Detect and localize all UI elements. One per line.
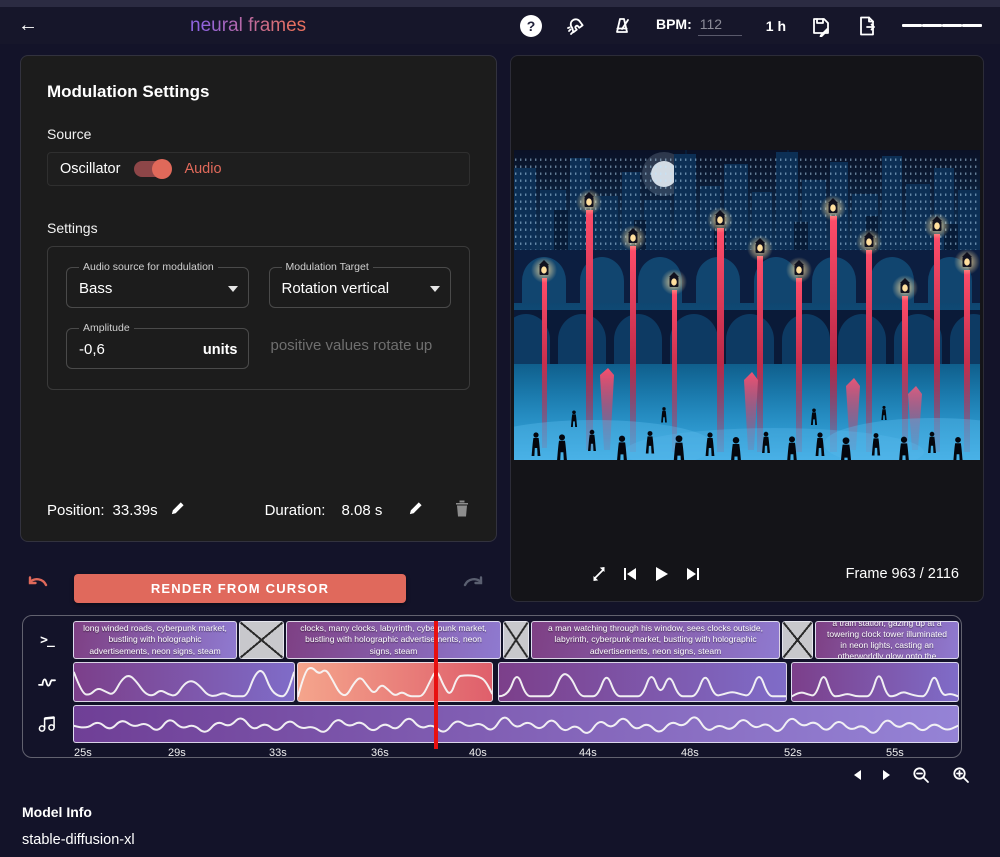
duration-label: Duration: xyxy=(265,502,326,519)
crossfade-segment[interactable] xyxy=(239,621,284,659)
time-tick: 40s xyxy=(469,747,487,759)
audio-source-label: Audio source for modulation xyxy=(79,261,218,273)
bpm-input[interactable]: 112 xyxy=(698,16,742,36)
skip-to-start-icon[interactable] xyxy=(623,567,638,581)
model-info-title: Model Info xyxy=(22,804,1000,820)
modulation-segment[interactable] xyxy=(73,662,295,702)
render-from-cursor-button[interactable]: RENDER FROM CURSOR xyxy=(74,574,406,603)
audio-track xyxy=(71,705,959,743)
source-option-oscillator[interactable]: Oscillator xyxy=(60,161,120,177)
prompt-segment[interactable]: clocks, many clocks, labyrinth, cyberpun… xyxy=(286,621,501,659)
app-header: ← neural frames ? BPM: 112 1 h xyxy=(0,7,1000,44)
skip-to-end-icon[interactable] xyxy=(685,567,700,581)
time-tick: 36s xyxy=(371,747,389,759)
position-value: 33.39s xyxy=(113,502,158,519)
modulation-target-label: Modulation Target xyxy=(282,261,373,273)
modulation-settings-panel: Modulation Settings Source Oscillator Au… xyxy=(20,55,497,542)
delete-modulation-icon[interactable] xyxy=(454,499,470,521)
prompt-segment[interactable]: a man watching through his window, sees … xyxy=(531,621,780,659)
prompt-track-icon: >_ xyxy=(23,621,71,659)
time-tick: 55s xyxy=(886,747,904,759)
metronome-icon[interactable] xyxy=(612,16,632,36)
frame-counter: Frame 963 / 2116 xyxy=(846,566,959,582)
modulation-segment[interactable] xyxy=(498,662,787,702)
scroll-left-icon[interactable] xyxy=(854,770,861,780)
total-duration: 1 h xyxy=(766,18,786,34)
time-tick: 29s xyxy=(168,747,186,759)
amplitude-input[interactable]: -0,6 xyxy=(79,341,105,358)
model-name: stable-diffusion-xl xyxy=(22,832,1000,848)
edit-position-icon[interactable] xyxy=(170,501,185,520)
time-tick: 48s xyxy=(681,747,699,759)
time-tick: 44s xyxy=(579,747,597,759)
timeline: >_ long winded roads, cyberpunk market, … xyxy=(22,615,962,758)
undo-icon[interactable] xyxy=(26,576,50,601)
prompt-track: long winded roads, cyberpunk market, bus… xyxy=(71,621,959,659)
magnet-icon[interactable] xyxy=(566,15,588,37)
scroll-right-icon[interactable] xyxy=(883,770,890,780)
time-tick: 33s xyxy=(269,747,287,759)
modulation-segment[interactable] xyxy=(791,662,959,702)
modulation-target-value: Rotation vertical xyxy=(282,280,390,297)
export-icon[interactable] xyxy=(856,15,878,37)
fullscreen-icon[interactable] xyxy=(591,566,607,582)
menu-icon[interactable] xyxy=(902,22,982,29)
settings-box: Audio source for modulation Bass Modulat… xyxy=(47,246,470,390)
amplitude-label: Amplitude xyxy=(79,322,134,334)
prompt-segment[interactable]: long winded roads, cyberpunk market, bus… xyxy=(73,621,237,659)
edit-duration-icon[interactable] xyxy=(408,501,423,520)
duration-value: 8.08 s xyxy=(341,502,382,519)
bpm-control: BPM: 112 xyxy=(656,16,742,36)
source-label: Source xyxy=(47,126,470,142)
chevron-down-icon xyxy=(228,286,238,292)
time-tick: 52s xyxy=(784,747,802,759)
modulation-target-select[interactable]: Modulation Target Rotation vertical xyxy=(269,261,452,308)
position-label: Position: xyxy=(47,502,105,519)
top-strip xyxy=(0,0,1000,7)
panel-title: Modulation Settings xyxy=(47,82,470,102)
audio-track-icon xyxy=(23,705,71,743)
amplitude-field[interactable]: Amplitude -0,6 units xyxy=(66,322,249,369)
playhead-cursor[interactable] xyxy=(434,621,438,749)
crossfade-segment[interactable] xyxy=(782,621,813,659)
back-arrow-icon[interactable]: ← xyxy=(18,14,48,37)
time-axis: 25s 29s 33s 36s 40s 44s 48s 52s 55s xyxy=(71,746,959,762)
source-option-audio[interactable]: Audio xyxy=(184,161,221,177)
chevron-down-icon xyxy=(430,286,440,292)
audio-source-select[interactable]: Audio source for modulation Bass xyxy=(66,261,249,308)
modulation-track-icon xyxy=(23,662,71,702)
redo-icon[interactable] xyxy=(461,576,485,601)
crossfade-segment[interactable] xyxy=(503,621,529,659)
source-selector: Oscillator Audio xyxy=(47,152,470,186)
play-icon[interactable] xyxy=(654,566,669,582)
audio-segment[interactable] xyxy=(73,705,959,743)
zoom-in-icon[interactable] xyxy=(952,766,970,784)
audio-source-value: Bass xyxy=(79,280,112,297)
app-logo: neural frames xyxy=(190,15,306,37)
prompt-segment[interactable]: a train station, gazing up at a towering… xyxy=(815,621,959,659)
bpm-label: BPM: xyxy=(656,16,692,32)
help-icon[interactable]: ? xyxy=(520,15,542,37)
source-toggle[interactable] xyxy=(134,161,170,177)
video-preview-frame xyxy=(514,150,980,460)
save-icon[interactable] xyxy=(810,15,832,37)
video-preview-panel: Frame 963 / 2116 xyxy=(510,55,984,602)
amplitude-hint: positive values rotate up xyxy=(269,322,452,369)
toggle-knob xyxy=(152,159,172,179)
settings-label: Settings xyxy=(47,220,470,236)
zoom-out-icon[interactable] xyxy=(912,766,930,784)
amplitude-unit: units xyxy=(203,342,238,358)
modulation-segment-selected[interactable] xyxy=(297,662,493,702)
model-info: Model Info stable-diffusion-xl xyxy=(22,804,1000,848)
time-tick: 25s xyxy=(74,747,92,759)
modulation-track xyxy=(71,662,959,702)
